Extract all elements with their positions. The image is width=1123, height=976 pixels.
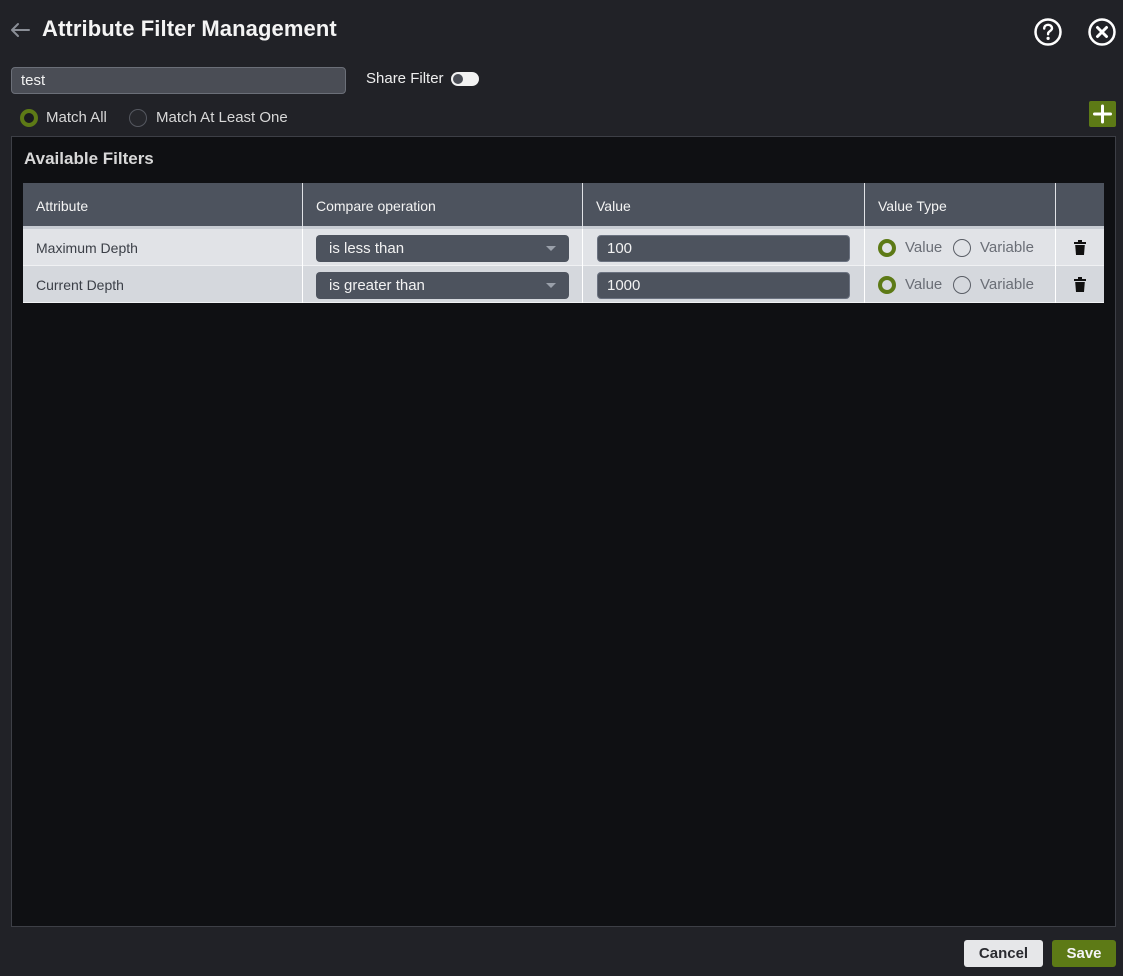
column-header-value-type: Value Type [865, 183, 1056, 229]
attribute-cell: Maximum Depth [23, 229, 303, 266]
operation-cell: is greater than [303, 266, 583, 303]
table-row: Maximum Depth is less than Value Variabl… [23, 229, 1104, 266]
value-type-value-radio[interactable] [878, 276, 896, 294]
attribute-cell: Current Depth [23, 266, 303, 303]
value-type-value-label[interactable]: Value [905, 276, 942, 293]
match-at-least-one-radio[interactable] [129, 109, 147, 127]
value-type-variable-radio[interactable] [953, 239, 971, 257]
value-cell [583, 266, 865, 303]
value-type-value-radio[interactable] [878, 239, 896, 257]
help-circle-icon[interactable] [1033, 17, 1063, 47]
panel-title: Available Filters [24, 149, 154, 168]
caret-down-icon [546, 246, 556, 251]
table-body: Maximum Depth is less than Value Variabl… [23, 229, 1104, 303]
actions-cell [1056, 229, 1104, 266]
add-filter-button[interactable] [1089, 101, 1116, 127]
compare-operation-value: is greater than [329, 277, 425, 294]
compare-operation-select[interactable]: is less than [316, 235, 569, 262]
column-header-value: Value [583, 183, 865, 229]
column-header-attribute: Attribute [23, 183, 303, 229]
match-all-radio[interactable] [20, 109, 38, 127]
filter-name-input[interactable] [11, 67, 346, 94]
close-circle-icon[interactable] [1087, 17, 1117, 47]
compare-operation-value: is less than [329, 240, 405, 257]
save-button[interactable]: Save [1052, 940, 1116, 967]
back-arrow-icon[interactable] [9, 20, 31, 40]
value-type-variable-label[interactable]: Variable [980, 239, 1034, 256]
value-type-cell: Value Variable [865, 266, 1056, 303]
match-at-least-one-label[interactable]: Match At Least One [156, 109, 288, 126]
share-filter-label: Share Filter [366, 70, 444, 87]
actions-cell [1056, 266, 1104, 303]
page-title: Attribute Filter Management [42, 16, 337, 41]
column-header-compare-operation: Compare operation [303, 183, 583, 229]
share-filter-toggle[interactable] [451, 72, 479, 86]
trash-icon[interactable] [1074, 240, 1086, 255]
value-type-value-label[interactable]: Value [905, 239, 942, 256]
filters-table: Attribute Compare operation Value Value … [23, 183, 1104, 303]
value-input[interactable] [597, 235, 850, 262]
cancel-button[interactable]: Cancel [964, 940, 1043, 967]
value-type-cell: Value Variable [865, 229, 1056, 266]
table-row: Current Depth is greater than Value Vari… [23, 266, 1104, 303]
value-input[interactable] [597, 272, 850, 299]
toggle-knob [453, 74, 463, 84]
value-type-variable-label[interactable]: Variable [980, 276, 1034, 293]
compare-operation-select[interactable]: is greater than [316, 272, 569, 299]
trash-icon[interactable] [1074, 277, 1086, 292]
operation-cell: is less than [303, 229, 583, 266]
caret-down-icon [546, 283, 556, 288]
column-header-actions [1056, 183, 1104, 229]
dialog-header: Attribute Filter Management [0, 0, 1123, 62]
attribute-name: Current Depth [36, 277, 124, 293]
value-type-variable-radio[interactable] [953, 276, 971, 294]
attribute-name: Maximum Depth [36, 240, 138, 256]
table-header-row: Attribute Compare operation Value Value … [23, 183, 1104, 229]
match-all-label[interactable]: Match All [46, 109, 107, 126]
value-cell [583, 229, 865, 266]
available-filters-panel: Available Filters Attribute Compare oper… [11, 136, 1116, 927]
plus-icon [1093, 104, 1112, 124]
